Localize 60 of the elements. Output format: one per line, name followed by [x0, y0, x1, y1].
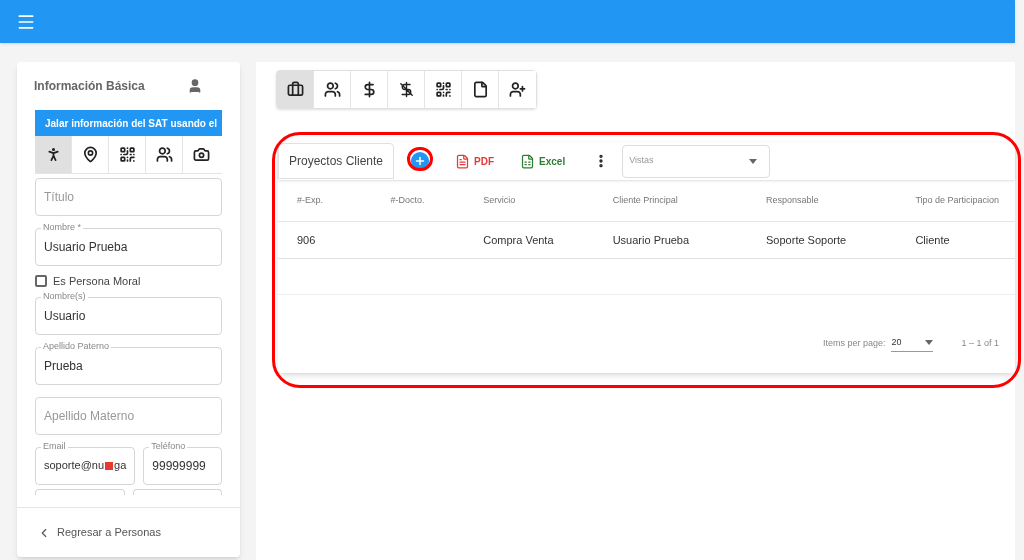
back-link[interactable]: Regresar a Personas — [37, 524, 161, 541]
field-value: soporte@nu — [44, 458, 105, 474]
briefcase-icon — [286, 81, 304, 98]
person-icon — [187, 78, 203, 94]
excel-button[interactable]: Excel — [520, 153, 566, 169]
people-icon — [155, 146, 173, 163]
page-size-value: 20 — [891, 335, 902, 349]
range-label: 1 – 1 of 1 — [961, 337, 999, 351]
icon-tab[interactable] — [388, 71, 425, 108]
icon-tab[interactable] — [35, 136, 72, 173]
projects-tab[interactable]: Proyectos Cliente — [278, 143, 395, 179]
table-cell-text: Cliente — [915, 232, 951, 248]
add-person-icon — [509, 81, 526, 98]
location-pin-icon — [81, 146, 99, 163]
field-label: Nombre * — [41, 223, 83, 232]
table-cell-text: Usuario Prueba — [612, 232, 691, 248]
icon-tab[interactable] — [314, 71, 351, 108]
column-header: Cliente Principal — [612, 193, 679, 207]
spreadsheet-icon — [520, 153, 536, 169]
column-header: Tipo de Participacion — [915, 193, 1001, 207]
table-cell-text: 906 — [297, 232, 317, 248]
people-icon — [323, 81, 341, 98]
column-header: #-Exp. — [297, 193, 324, 207]
checkbox-label: Es Persona Moral — [53, 274, 141, 289]
field-label: Nombre(s) — [41, 291, 88, 301]
field-value: ga — [114, 458, 127, 474]
field-value: 99999999 — [152, 457, 206, 475]
crossed-dollar-icon — [397, 81, 415, 98]
card-title: Información Básica — [34, 78, 145, 95]
pdf-button[interactable]: PDF — [455, 153, 495, 169]
icon-tab[interactable] — [499, 71, 536, 108]
table-cell-text: Compra Venta — [483, 232, 555, 248]
qr-code-icon — [434, 81, 452, 98]
dropdown-caret-icon — [749, 158, 758, 164]
field-label: Teléfono — [149, 441, 188, 451]
checkbox[interactable] — [35, 275, 47, 288]
table-cell-text: Soporte Soporte — [766, 232, 848, 248]
field-value: Usuario — [44, 307, 86, 325]
field-label: Email — [41, 441, 68, 451]
column-header: #-Docto. — [390, 193, 426, 207]
field-value: Usuario Prueba — [44, 239, 128, 256]
icon-tab[interactable] — [425, 71, 462, 108]
field-label: Apellido Paterno — [41, 341, 112, 351]
field-value: Prueba — [44, 357, 83, 375]
qr-code-icon — [118, 146, 136, 163]
paginator-label: Items per page: — [822, 337, 886, 351]
icon-tab[interactable] — [277, 71, 314, 108]
pdf-file-icon — [455, 153, 471, 169]
placeholder: Vistas — [629, 154, 654, 168]
column-header: Servicio — [483, 193, 517, 207]
dropdown-caret-icon — [925, 340, 934, 345]
icon-tab[interactable] — [462, 71, 499, 108]
page-size-select[interactable]: 20 — [891, 335, 934, 353]
placeholder: Título — [44, 189, 74, 206]
document-icon — [471, 81, 489, 98]
placeholder: Apellido Materno — [44, 407, 135, 425]
plus-icon — [414, 155, 427, 167]
icon-tab[interactable] — [351, 71, 388, 108]
column-header: Responsable — [766, 193, 820, 207]
camera-icon — [193, 146, 210, 163]
